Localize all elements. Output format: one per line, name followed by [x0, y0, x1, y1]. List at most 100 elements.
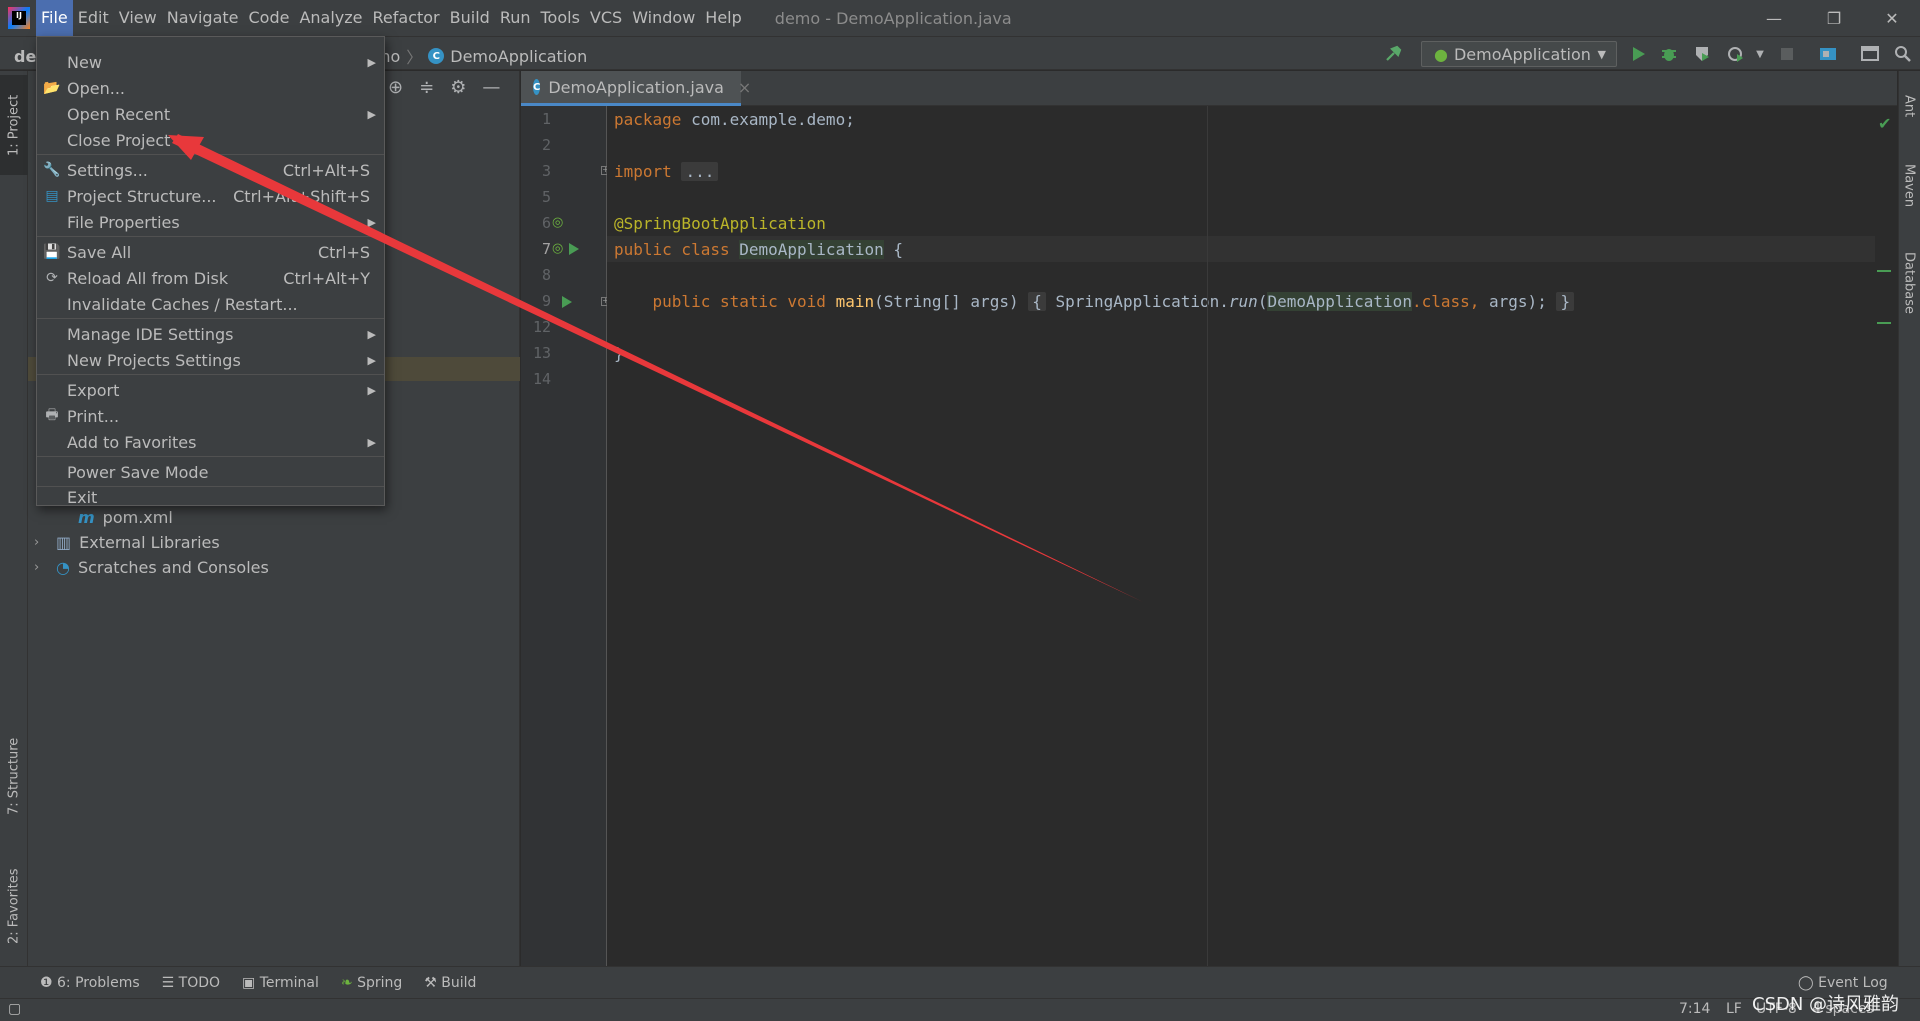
menu-item-close-project[interactable]: Close Project [37, 127, 384, 153]
spring-bean-icon[interactable]: ◎ [552, 215, 563, 230]
menu-navigate[interactable]: Navigate [162, 0, 244, 36]
tool-terminal[interactable]: ▣ Terminal [242, 975, 319, 991]
tool-problems[interactable]: ❶ 6: Problems [40, 975, 140, 991]
spring-boot-icon: ● [1434, 44, 1448, 64]
close-button[interactable]: ✕ [1862, 0, 1920, 36]
class-icon: C [533, 79, 541, 95]
list-icon: ☰ [161, 974, 179, 991]
toggle-tool-windows-icon[interactable]: ▢ [8, 1001, 21, 1017]
profile-icon[interactable] [1726, 44, 1746, 64]
menu-view[interactable]: View [114, 0, 162, 36]
line-number: 1 [541, 110, 551, 128]
menu-code[interactable]: Code [244, 0, 295, 36]
menu-edit[interactable]: Edit [73, 0, 114, 36]
menu-item-new[interactable]: New ▶ [37, 49, 384, 75]
menu-run[interactable]: Run [495, 0, 536, 36]
hammer-icon: ⚒ [424, 974, 442, 991]
chevron-right-icon[interactable]: › [34, 535, 48, 550]
menu-item-reload[interactable]: ⟳ Reload All from Disk Ctrl+Alt+Y [37, 265, 384, 291]
run-gutter-icon[interactable] [569, 241, 579, 259]
menu-item-save-all[interactable]: 💾 Save All Ctrl+S [37, 239, 384, 265]
change-marker[interactable] [1877, 270, 1891, 272]
check-icon[interactable]: ✔ [1878, 114, 1891, 133]
menu-item-settings[interactable]: 🔧 Settings... Ctrl+Alt+S [37, 157, 384, 183]
menu-item-exit[interactable]: Exit [37, 488, 384, 507]
tool-build[interactable]: ⚒ Build [424, 975, 476, 991]
tool-terminal-label: Terminal [259, 974, 319, 991]
menu-item-file-properties[interactable]: File Properties ▶ [37, 209, 384, 235]
close-tab-icon[interactable]: × [738, 78, 751, 97]
tree-item-pom[interactable]: m pom.xml [78, 508, 173, 527]
minimize-button[interactable]: — [1744, 0, 1804, 36]
line-number: 14 [532, 370, 551, 388]
project-tool-tab[interactable]: 1: Project [0, 75, 28, 175]
collapse-all-icon[interactable]: ≑ [419, 77, 434, 98]
change-marker[interactable] [1877, 322, 1891, 324]
libraries-icon: ▥ [56, 533, 72, 552]
menu-analyze[interactable]: Analyze [294, 0, 367, 36]
ant-tool-label: Ant [1901, 94, 1917, 118]
submenu-arrow-icon: ▶ [367, 383, 376, 397]
menu-item-print[interactable]: 🖶 Print... [37, 403, 384, 429]
spring-bean-icon[interactable]: ◎ [552, 241, 563, 256]
menu-file[interactable]: File [36, 0, 73, 36]
menu-item-manage-ide-settings[interactable]: Manage IDE Settings ▶ [37, 321, 384, 347]
coverage-icon[interactable] [1692, 44, 1712, 64]
menu-build[interactable]: Build [445, 0, 495, 36]
line-separator[interactable]: LF [1726, 1001, 1742, 1017]
menu-item-open[interactable]: 📂 Open... [37, 75, 384, 101]
logo-text: IJ [12, 11, 26, 25]
maven-file-icon: m [78, 508, 95, 527]
menu-shortcut: Ctrl+Alt+Shift+S [233, 186, 370, 206]
menu-window[interactable]: Window [627, 0, 700, 36]
caret-position[interactable]: 7:14 [1679, 1001, 1710, 1017]
tool-event-log[interactable]: ◯ Event Log [1798, 975, 1888, 991]
more-run-options-icon[interactable]: ▼ [1750, 44, 1770, 64]
menu-item-export[interactable]: Export ▶ [37, 377, 384, 403]
restore-button[interactable]: ❐ [1804, 0, 1864, 36]
folded-imports[interactable]: ... [681, 162, 719, 181]
menu-item-open-recent[interactable]: Open Recent ▶ [37, 101, 384, 127]
breadcrumb-project[interactable]: de [14, 47, 36, 66]
hide-panel-icon[interactable]: — [482, 77, 500, 98]
structure-tool-tab[interactable]: 7: Structure [0, 721, 28, 831]
stop-icon[interactable] [1777, 44, 1797, 64]
run-configuration-selector[interactable]: ● DemoApplication ▼ [1421, 41, 1617, 67]
menu-help[interactable]: Help [700, 0, 746, 36]
tool-todo[interactable]: ☰ TODO [162, 975, 220, 991]
menu-vcs[interactable]: VCS [585, 0, 627, 36]
build-hammer-icon[interactable] [1383, 44, 1403, 64]
menu-refactor[interactable]: Refactor [368, 0, 445, 36]
maven-tool-tab[interactable]: Maven [1898, 151, 1920, 221]
presentation-mode-icon[interactable] [1860, 44, 1880, 64]
code-editor[interactable]: package com.example.demo; import ... @Sp… [607, 106, 1897, 966]
ant-tool-tab[interactable]: Ant [1898, 81, 1920, 131]
run-gutter-icon[interactable] [562, 294, 572, 312]
menu-item-project-structure[interactable]: ▤ Project Structure... Ctrl+Alt+Shift+S [37, 183, 384, 209]
database-tool-tab[interactable]: Database [1898, 236, 1920, 331]
left-tool-stripe: 1: Project 7: Structure 2: Favorites [0, 71, 28, 966]
tree-item-external-libraries[interactable]: › ▥ External Libraries [34, 533, 220, 552]
locate-file-icon[interactable]: ⊕ [388, 77, 403, 98]
menu-item-label: Invalidate Caches / Restart... [67, 294, 298, 314]
menu-item-add-to-favorites[interactable]: Add to Favorites ▶ [37, 429, 384, 455]
tool-spring[interactable]: ❧ Spring [341, 975, 402, 991]
project-structure-toolbar-icon[interactable] [1818, 44, 1838, 64]
breadcrumb-class[interactable]: DemoApplication [450, 47, 587, 66]
menu-item-invalidate-caches[interactable]: Invalidate Caches / Restart... [37, 291, 384, 317]
editor-tab-demoapplication[interactable]: C DemoApplication.java × [521, 71, 751, 106]
run-icon[interactable] [1628, 44, 1648, 64]
menu-item-power-save-mode[interactable]: Power Save Mode [37, 459, 384, 485]
menu-separator [37, 318, 384, 319]
watermark: CSDN @诗风雅韵 [1752, 994, 1900, 1015]
line-number: 2 [541, 136, 551, 154]
menu-tools[interactable]: Tools [536, 0, 585, 36]
gear-icon[interactable]: ⚙ [450, 77, 466, 98]
tree-item-scratches[interactable]: › ◔ Scratches and Consoles [34, 558, 269, 577]
search-icon[interactable] [1893, 44, 1913, 64]
debug-icon[interactable] [1659, 44, 1679, 64]
menu-item-new-projects-settings[interactable]: New Projects Settings ▶ [37, 347, 384, 373]
favorites-tool-tab[interactable]: 2: Favorites [0, 851, 28, 961]
print-icon: 🖶 [45, 407, 59, 423]
chevron-right-icon[interactable]: › [34, 560, 48, 575]
